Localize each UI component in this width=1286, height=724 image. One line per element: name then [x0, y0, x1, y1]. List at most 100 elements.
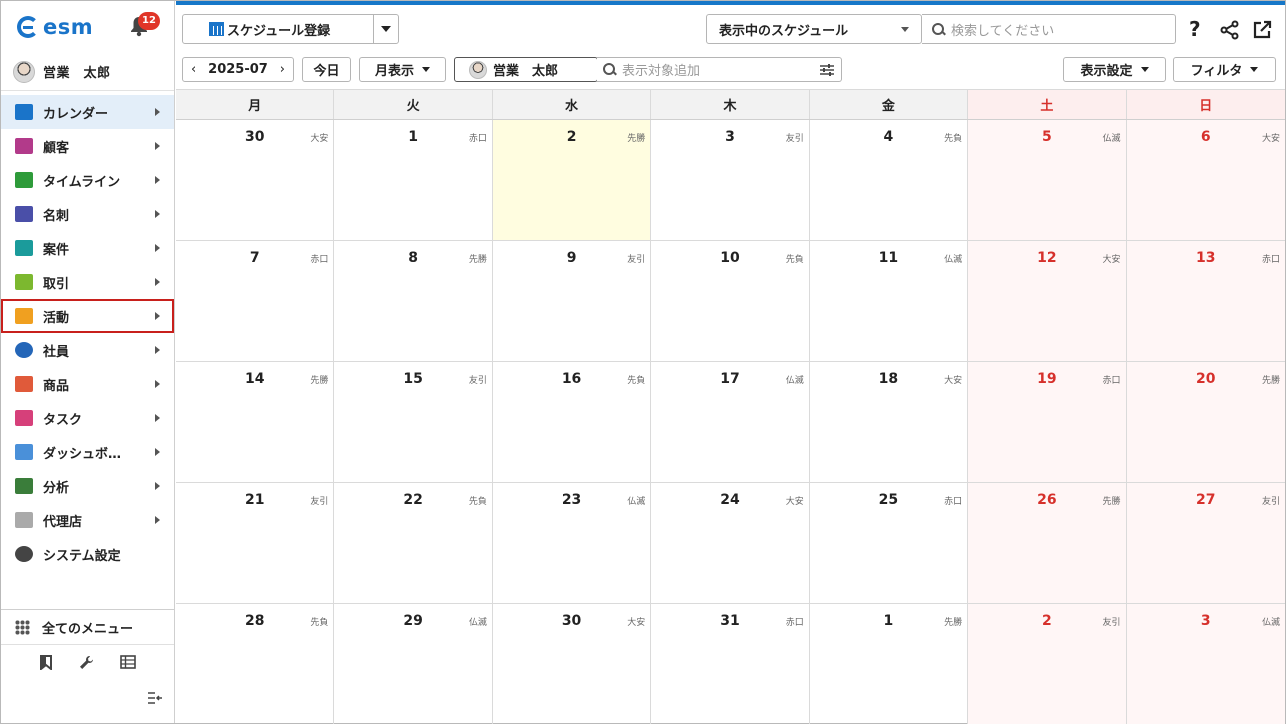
- external-link-icon[interactable]: [1252, 20, 1272, 45]
- person-chip[interactable]: 営業 太郎: [454, 57, 598, 82]
- sidebar-item-8[interactable]: 商品: [1, 367, 174, 401]
- prev-month-icon[interactable]: ‹: [191, 62, 196, 77]
- esm-logo[interactable]: esm: [17, 15, 93, 39]
- day-cell[interactable]: 26 先勝: [968, 483, 1127, 604]
- schedule-register-dropdown[interactable]: [373, 14, 399, 44]
- day-cell[interactable]: 17 仏滅: [651, 362, 810, 483]
- day-cell[interactable]: 6 大安: [1126, 120, 1285, 241]
- day-cell[interactable]: 11 仏滅: [809, 241, 969, 362]
- day-cell[interactable]: 1 赤口: [334, 120, 493, 241]
- day-cell[interactable]: 7 赤口: [176, 241, 335, 362]
- all-menu-button[interactable]: 全てのメニュー: [1, 609, 174, 645]
- sidebar-item-9[interactable]: タスク: [1, 401, 174, 435]
- day-cell[interactable]: 1 先勝: [810, 604, 969, 724]
- day-cell[interactable]: 31 赤口: [651, 604, 810, 724]
- chevron-right-icon: [155, 380, 160, 388]
- sidebar-item-3[interactable]: 名刺: [1, 197, 174, 231]
- sidebar-item-10[interactable]: ダッシュボ…: [1, 435, 174, 469]
- sidebar-item-7[interactable]: 社員: [1, 333, 174, 367]
- day-cell[interactable]: 30 大安: [493, 604, 652, 724]
- user-name: 営業 太郎: [43, 66, 111, 81]
- day-cell[interactable]: 23 仏滅: [492, 483, 652, 604]
- day-cell[interactable]: 21 友引: [176, 483, 335, 604]
- day-cell[interactable]: 13 赤口: [1126, 241, 1285, 362]
- rokuyo-label: 先勝: [1261, 376, 1280, 386]
- filter-label: フィルタ: [1190, 64, 1243, 79]
- day-cell[interactable]: 5 仏滅: [968, 120, 1127, 241]
- deal-icon: [15, 274, 33, 290]
- collapse-sidebar-icon[interactable]: [147, 691, 163, 709]
- user-profile[interactable]: 営業 太郎: [1, 53, 174, 91]
- search-input[interactable]: 検索してください: [922, 14, 1176, 44]
- sliders-icon[interactable]: [819, 62, 835, 82]
- day-cell[interactable]: 20 先勝: [1126, 362, 1285, 483]
- day-cell[interactable]: 14 先勝: [176, 362, 335, 483]
- today-label: 今日: [313, 64, 340, 79]
- add-target-placeholder: 表示対象追加: [622, 64, 701, 79]
- rokuyo-label: 先負: [468, 497, 487, 507]
- chevron-down-icon: [422, 67, 430, 72]
- search-icon: [603, 63, 616, 76]
- sidebar-item-5[interactable]: 取引: [1, 265, 174, 299]
- weekday-label: 日: [1126, 90, 1285, 119]
- rokuyo-label: 仏滅: [1102, 134, 1121, 144]
- sidebar-item-1[interactable]: 顧客: [1, 129, 174, 163]
- day-cell[interactable]: 8 先勝: [334, 241, 493, 362]
- day-cell[interactable]: 18 大安: [809, 362, 969, 483]
- schedule-register-button[interactable]: スケジュール登録: [182, 14, 374, 44]
- add-target-input[interactable]: 表示対象追加: [597, 57, 842, 82]
- sidebar-item-0[interactable]: カレンダー: [1, 95, 174, 129]
- share-icon[interactable]: [1220, 20, 1240, 45]
- weekday-label: 月: [176, 90, 335, 119]
- schedule-view-value: 表示中のスケジュール: [719, 23, 849, 39]
- sidebar-item-12[interactable]: 代理店: [1, 503, 174, 537]
- sidebar-item-13[interactable]: システム設定: [1, 537, 174, 571]
- day-cell[interactable]: 16 先負: [492, 362, 652, 483]
- day-cell[interactable]: 25 赤口: [809, 483, 969, 604]
- chevron-right-icon: [155, 142, 160, 150]
- today-button[interactable]: 今日: [302, 57, 351, 82]
- day-cell[interactable]: 9 友引: [492, 241, 652, 362]
- day-cell[interactable]: 12 大安: [968, 241, 1127, 362]
- rokuyo-label: 赤口: [310, 255, 329, 265]
- next-month-icon[interactable]: ›: [280, 62, 285, 77]
- day-cell[interactable]: 19 赤口: [968, 362, 1127, 483]
- day-cell[interactable]: 3 友引: [651, 120, 810, 241]
- wrench-icon[interactable]: [79, 655, 94, 674]
- notification-badge: 12: [138, 12, 160, 30]
- logo-row: esm 12: [1, 1, 174, 53]
- rokuyo-label: 大安: [310, 134, 329, 144]
- day-cell-today[interactable]: 2 先勝: [492, 120, 652, 241]
- sidebar-item-11[interactable]: 分析: [1, 469, 174, 503]
- table-icon[interactable]: [120, 655, 136, 673]
- filter-button[interactable]: フィルタ: [1173, 57, 1276, 82]
- day-cell[interactable]: 15 友引: [334, 362, 493, 483]
- day-cell[interactable]: 27 友引: [1126, 483, 1285, 604]
- help-icon[interactable]: ?: [1189, 17, 1201, 41]
- weekday-label: 火: [334, 90, 493, 119]
- view-mode-select[interactable]: 月表示: [359, 57, 446, 82]
- rokuyo-label: 仏滅: [785, 376, 804, 386]
- sidebar-item-4[interactable]: 案件: [1, 231, 174, 265]
- month-navigator[interactable]: ‹ 2025-07 ›: [182, 57, 294, 82]
- day-cell[interactable]: 10 先負: [651, 241, 810, 362]
- display-settings-button[interactable]: 表示設定: [1063, 57, 1166, 82]
- day-cell[interactable]: 28 先負: [176, 604, 335, 724]
- schedule-view-select[interactable]: 表示中のスケジュール: [706, 14, 922, 44]
- day-cell[interactable]: 4 先負: [809, 120, 969, 241]
- rokuyo-label: 仏滅: [627, 497, 646, 507]
- chevron-right-icon: [155, 448, 160, 456]
- day-cell[interactable]: 24 大安: [651, 483, 810, 604]
- day-cell[interactable]: 29 仏滅: [334, 604, 493, 724]
- chevron-right-icon: [155, 414, 160, 422]
- bookmark-icon[interactable]: [39, 654, 53, 674]
- chevron-right-icon: [155, 516, 160, 524]
- gear-icon: [15, 546, 33, 562]
- day-cell[interactable]: 3 仏滅: [1126, 604, 1285, 724]
- chevron-down-icon: [901, 26, 909, 32]
- day-cell[interactable]: 2 友引: [968, 604, 1127, 724]
- day-cell[interactable]: 22 先負: [334, 483, 493, 604]
- sidebar-item-6[interactable]: 活動: [1, 299, 174, 333]
- sidebar-item-2[interactable]: タイムライン: [1, 163, 174, 197]
- day-cell[interactable]: 30 大安: [176, 120, 335, 241]
